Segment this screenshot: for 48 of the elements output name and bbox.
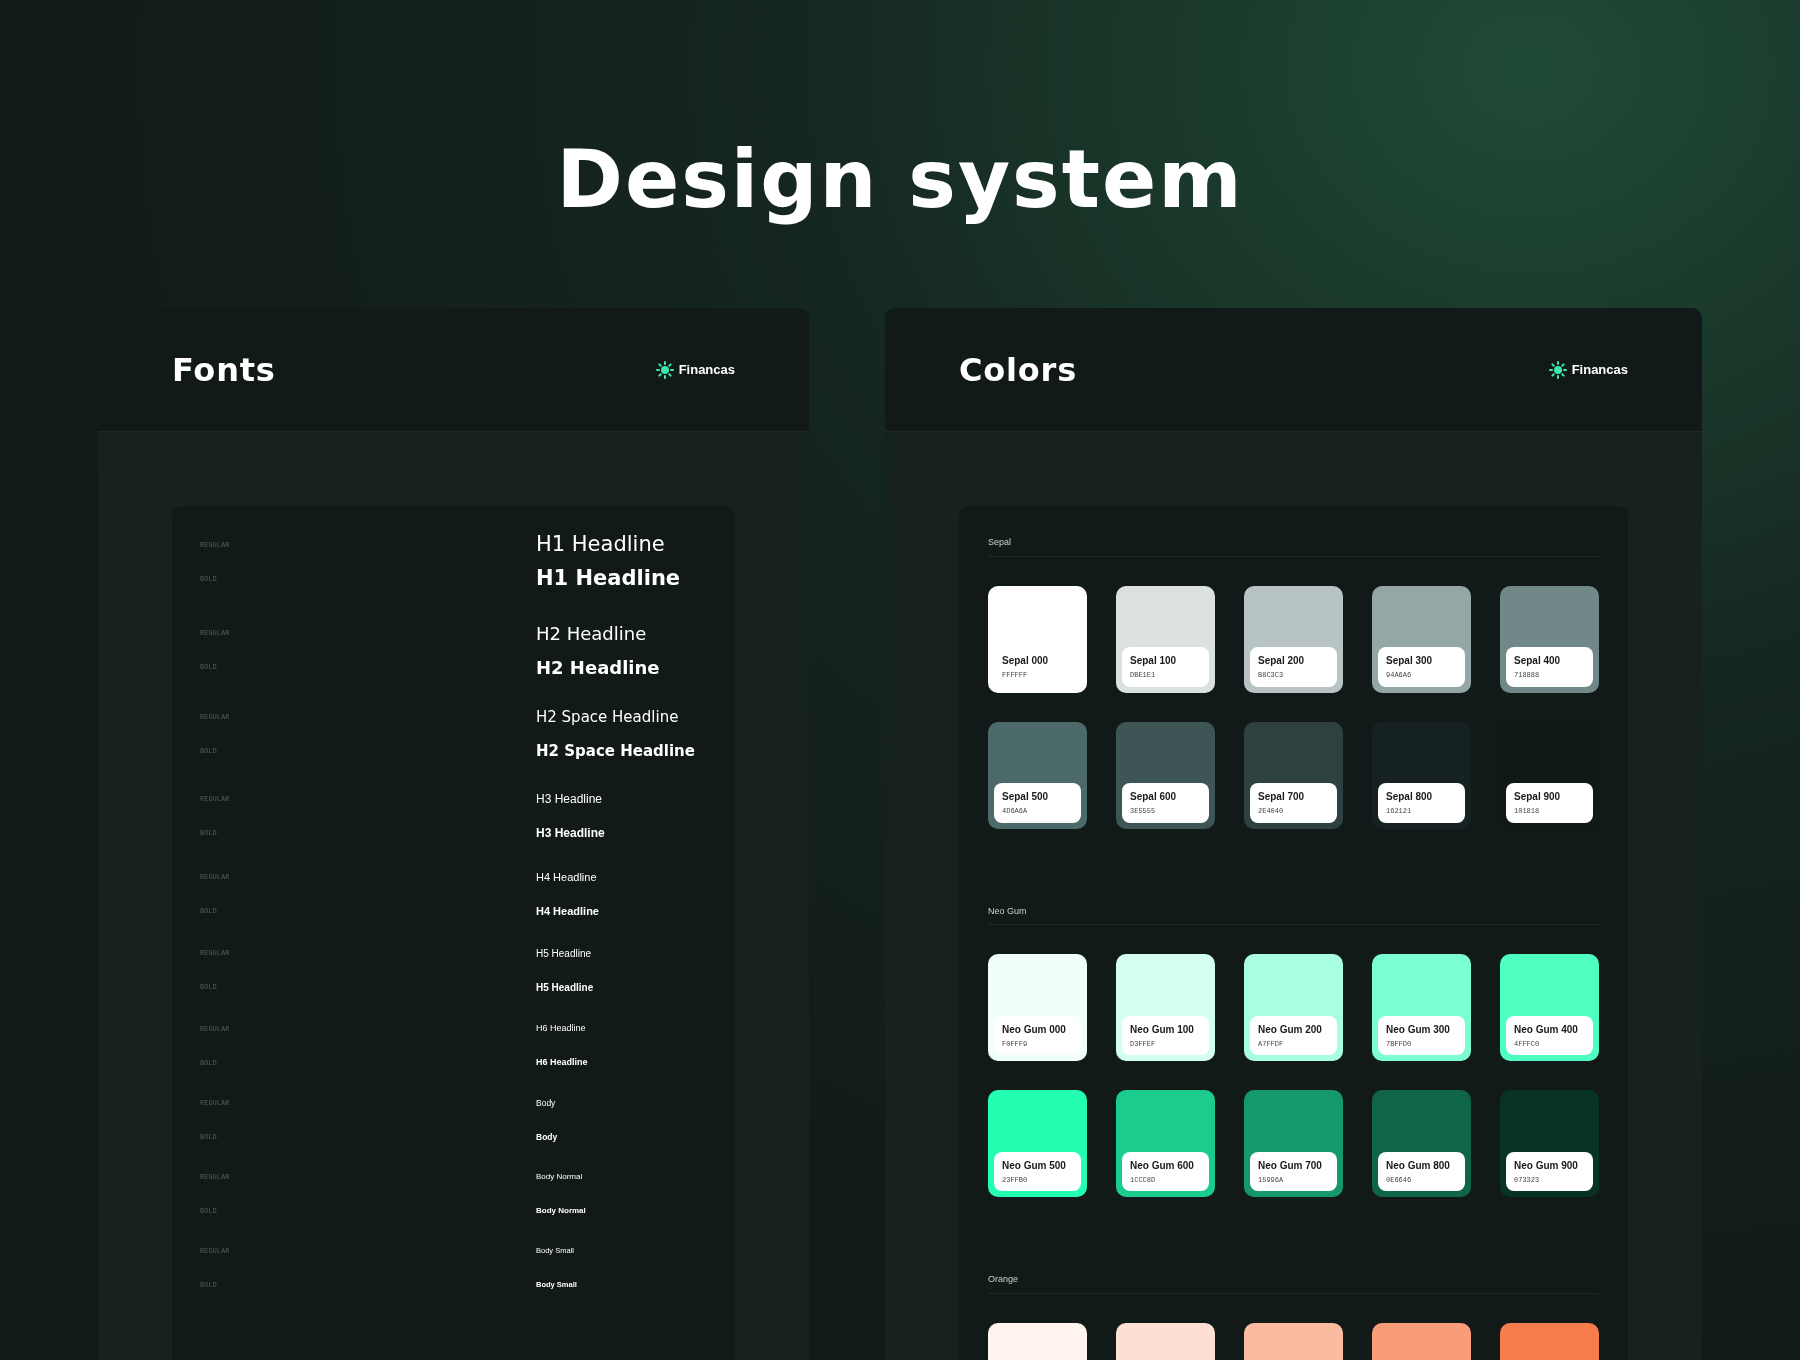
swatch-name: Neo Gum 300: [1386, 1022, 1451, 1037]
page-title: Design system: [556, 132, 1244, 228]
font-sample: Body: [536, 1130, 558, 1144]
swatch-name: Neo Gum 400: [1514, 1022, 1579, 1037]
brand-name: Financas: [678, 360, 735, 379]
font-sample: H6 Headline: [536, 1056, 588, 1070]
swatch-name: Sepal 000: [1002, 654, 1050, 668]
font-sample: H2 Headline: [536, 621, 647, 646]
swatch-name: Sepal 100: [1130, 654, 1178, 668]
palette-name: Neo Gum: [988, 904, 1599, 925]
font-sample: H1 Headline: [536, 565, 681, 593]
swatch-name: Sepal 300: [1386, 654, 1434, 668]
panel-title: Fonts: [172, 349, 276, 391]
font-sample: H3 Headline: [536, 791, 603, 808]
palette-name: Orange: [988, 1273, 1599, 1294]
font-sample: H6 Headline: [536, 1022, 586, 1036]
swatch-name: Sepal 400: [1514, 654, 1562, 668]
swatch-name: Sepal 900: [1514, 790, 1562, 804]
brand-name: Financas: [1571, 360, 1628, 379]
font-sample: Body Normal: [536, 1205, 586, 1217]
font-sample: H4 Headline: [536, 903, 599, 919]
font-sample: Body: [536, 1096, 556, 1110]
font-sample: H4 Headline: [536, 869, 597, 885]
font-sample: Body Normal: [536, 1171, 583, 1183]
swatch-name: Neo Gum 100: [1130, 1022, 1195, 1037]
swatch-name: Neo Gum 800: [1386, 1158, 1451, 1173]
font-sample: H2 Headline: [536, 655, 660, 680]
font-sample: H2 Space Headline: [536, 740, 695, 762]
font-sample: H5 Headline: [536, 946, 592, 961]
swatch-name: Sepal 500: [1002, 790, 1050, 804]
panel-title: Colors: [959, 349, 1078, 391]
swatch-name: Sepal 700: [1258, 790, 1306, 804]
swatch-name: Neo Gum 900: [1514, 1158, 1579, 1173]
font-sample: H1 Headline: [536, 531, 665, 559]
swatch-name: Neo Gum 600: [1130, 1158, 1195, 1173]
swatch-name: Neo Gum 500: [1002, 1158, 1067, 1173]
swatch-name: Sepal 200: [1258, 654, 1306, 668]
swatch-name: Neo Gum 200: [1258, 1022, 1323, 1037]
palette-name: Sepal: [988, 536, 1599, 557]
swatch-name: Neo Gum 700: [1258, 1158, 1323, 1173]
font-sample: H2 Space Headline: [536, 706, 679, 728]
swatch-name: Sepal 800: [1386, 790, 1434, 804]
swatch-name: Neo Gum 000: [1002, 1022, 1067, 1037]
sun-icon: [654, 359, 675, 380]
swatch-name: Sepal 600: [1130, 790, 1178, 804]
font-sample: H5 Headline: [536, 980, 594, 995]
sun-icon: [1547, 359, 1568, 380]
font-sample: H3 Headline: [536, 825, 605, 842]
